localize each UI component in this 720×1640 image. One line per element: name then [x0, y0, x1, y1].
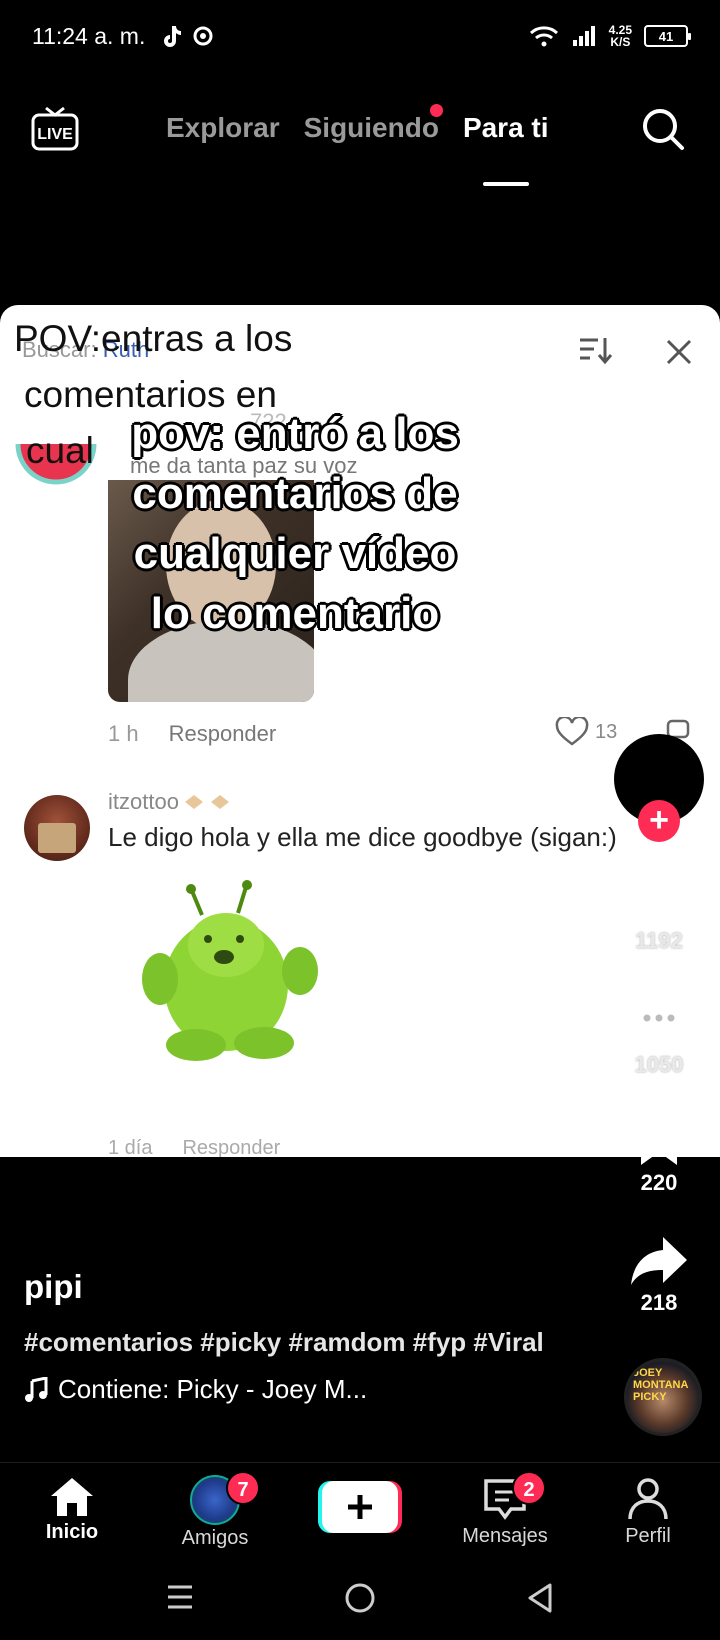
- video-info: pipi #comentarios #picky #ramdom #fyp #V…: [24, 1268, 564, 1405]
- profile-icon: [628, 1478, 668, 1520]
- tab-para-ti[interactable]: Para ti: [463, 112, 549, 186]
- wifi-icon: [529, 26, 558, 47]
- heart-outline-icon: [555, 717, 589, 746]
- heart-icon: [629, 870, 689, 922]
- save-button[interactable]: 220: [606, 1116, 712, 1196]
- ghost-comment-meta: 1 día Responder: [108, 1137, 281, 1157]
- network-speed: 4.25 K/S: [608, 23, 632, 49]
- comment-username: itzottoo: [108, 789, 231, 815]
- search-icon[interactable]: [640, 106, 686, 152]
- signal-icon: [572, 26, 595, 46]
- battery-indicator: 41: [644, 25, 691, 47]
- tab-perfil[interactable]: Perfil: [583, 1475, 713, 1548]
- comment-bubble-icon: [630, 996, 688, 1047]
- like-button[interactable]: 1192: [606, 870, 712, 954]
- share-button[interactable]: 218: [606, 1234, 712, 1316]
- comment-button[interactable]: 1050: [606, 992, 712, 1078]
- back-icon[interactable]: [526, 1582, 554, 1614]
- status-bar: 11:24 a. m. 4.25 K/S 41: [0, 0, 720, 72]
- tab-mensajes[interactable]: Mensajes 2: [440, 1471, 570, 1548]
- live-tv-icon[interactable]: LIVE: [30, 106, 80, 152]
- close-icon: [666, 339, 692, 365]
- share-arrow-icon: [631, 1237, 687, 1285]
- notification-dot: [429, 104, 443, 117]
- recents-icon[interactable]: [166, 1582, 194, 1612]
- badge-icon: [184, 795, 203, 809]
- sort-icon: [580, 338, 612, 365]
- music-disc[interactable]: JOEY MONTANA PICKY: [624, 1358, 702, 1436]
- tab-amigos[interactable]: Amigos 7: [150, 1471, 280, 1550]
- tiktok-icon: [164, 26, 182, 47]
- green-creature-sticker: [142, 880, 318, 1061]
- follow-button[interactable]: +: [638, 800, 680, 842]
- messages-badge: 2: [512, 1471, 546, 1505]
- svg-text:LIVE: LIVE: [37, 126, 73, 143]
- music-note-icon: [25, 1376, 48, 1402]
- tab-explorar[interactable]: Explorar: [166, 112, 280, 144]
- hashtags[interactable]: #comentarios #picky #ramdom #fyp #Viral: [24, 1322, 564, 1362]
- system-navigation-bar: [0, 1562, 720, 1640]
- top-navigation: LIVE Explorar Siguiendo Para ti: [0, 96, 720, 186]
- comment-time: 1 h: [108, 721, 139, 746]
- comment-text: Le digo hola y ella me dice goodbye (sig…: [108, 822, 617, 852]
- create-button[interactable]: [318, 1479, 402, 1535]
- bottom-tab-bar: Inicio Amigos 7 Mensajes 2 Perfil: [0, 1462, 720, 1562]
- active-tab-indicator: [482, 182, 529, 186]
- tab-siguiendo[interactable]: Siguiendo: [304, 104, 443, 144]
- comment-count: 1050: [634, 1052, 684, 1077]
- home-circle-icon[interactable]: [344, 1582, 376, 1614]
- bookmark-icon: [641, 1119, 677, 1165]
- badge-icon: [210, 795, 229, 809]
- tab-inicio[interactable]: Inicio: [7, 1475, 137, 1544]
- comment-like: 13: [555, 717, 617, 747]
- friends-badge: 7: [226, 1471, 260, 1505]
- home-icon: [51, 1478, 93, 1516]
- save-count: 220: [640, 1170, 678, 1195]
- comment-meta: 1 h Responder: [108, 721, 276, 747]
- video-caption-overlay: pov: entró a los comentarios de cualquie…: [131, 409, 459, 638]
- reply-link: Responder: [168, 721, 277, 746]
- chrome-icon: [193, 26, 213, 46]
- author-name[interactable]: pipi: [24, 1268, 564, 1306]
- share-count: 218: [640, 1290, 678, 1315]
- like-count: 1192: [635, 928, 683, 953]
- status-time: 11:24 a. m.: [32, 22, 146, 49]
- music-info[interactable]: Contiene: Picky - Joey M...: [24, 1374, 564, 1405]
- avatar: [24, 795, 90, 861]
